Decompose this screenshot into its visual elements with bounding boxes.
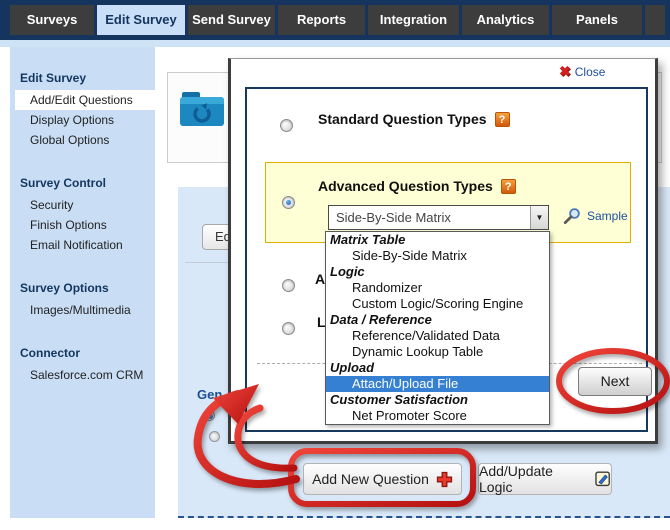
dropdown-group-header: Customer Satisfaction	[326, 392, 549, 408]
dropdown-option[interactable]: Randomizer	[326, 280, 549, 296]
logic-icon[interactable]	[595, 471, 611, 487]
tab-analytics[interactable]: Analytics	[462, 5, 549, 35]
general-radio-2[interactable]	[209, 431, 220, 442]
sidebar-item-add-edit-questions[interactable]: Add/Edit Questions	[15, 90, 155, 110]
advanced-types-text: Advanced Question Types	[318, 178, 493, 194]
dropdown-option[interactable]: Reference/Validated Data	[326, 328, 549, 344]
sidebar-section-edit-survey: Edit Survey	[20, 71, 155, 85]
standard-types-label[interactable]: Standard Question Types ?	[318, 111, 510, 127]
hidden-option-radio-1[interactable]	[282, 279, 295, 292]
dropdown-option[interactable]: Side-By-Side Matrix	[326, 248, 549, 264]
advanced-types-label[interactable]: Advanced Question Types ?	[318, 178, 516, 194]
tab-integration[interactable]: Integration	[368, 5, 459, 35]
sidebar-section-connector: Connector	[20, 346, 155, 360]
tab-partial[interactable]	[645, 5, 665, 35]
top-nav: Surveys Edit Survey Send Survey Reports …	[0, 0, 670, 40]
standard-help-icon[interactable]: ?	[495, 112, 510, 127]
tab-reports[interactable]: Reports	[278, 5, 365, 35]
dropdown-option[interactable]: Dynamic Lookup Table	[326, 344, 549, 360]
dropdown-group-header: Upload	[326, 360, 549, 376]
sidebar: Edit Survey Add/Edit Questions Display O…	[10, 47, 155, 518]
question-type-dropdown-list: Matrix Table Side-By-Side Matrix Logic R…	[325, 231, 550, 425]
sidebar-section-survey-control: Survey Control	[20, 176, 155, 190]
header-strip	[0, 40, 670, 47]
general-radio-selected[interactable]	[204, 410, 215, 421]
sidebar-item-display-options[interactable]: Display Options	[10, 110, 155, 130]
nav-tabs: Surveys Edit Survey Send Survey Reports …	[10, 5, 665, 35]
select-dropdown-arrow-icon[interactable]: ▼	[530, 206, 548, 229]
close-button[interactable]: ✖ Close	[559, 63, 605, 80]
sidebar-section-survey-options: Survey Options	[20, 281, 155, 295]
add-question-modal: ✖ Close Standard Question Types ? Advanc…	[228, 58, 658, 444]
add-plus-icon[interactable]	[436, 471, 453, 488]
tab-edit-survey[interactable]: Edit Survey	[97, 5, 185, 35]
advanced-help-icon[interactable]: ?	[501, 179, 516, 194]
add-update-logic-button[interactable]: Add/Update Logic	[478, 463, 612, 495]
sidebar-item-email-notification[interactable]: Email Notification	[10, 235, 155, 255]
sidebar-item-images-multimedia[interactable]: Images/Multimedia	[10, 300, 155, 320]
standard-types-radio[interactable]	[280, 119, 293, 132]
add-new-question-button[interactable]: Add New Question	[303, 463, 462, 495]
add-new-question-label: Add New Question	[312, 471, 429, 487]
dropdown-option-highlighted[interactable]: Attach/Upload File	[326, 376, 549, 392]
dropdown-group-header: Matrix Table	[326, 232, 549, 248]
standard-types-text: Standard Question Types	[318, 111, 487, 127]
advanced-type-select[interactable]: Side-By-Side Matrix ▼	[328, 205, 549, 230]
sidebar-item-security[interactable]: Security	[10, 195, 155, 215]
select-value: Side-By-Side Matrix	[329, 210, 530, 225]
sample-label: Sample	[587, 209, 628, 223]
add-update-logic-label: Add/Update Logic	[479, 463, 588, 495]
next-button[interactable]: Next	[578, 367, 652, 396]
tab-panels[interactable]: Panels	[552, 5, 642, 35]
tab-send-survey[interactable]: Send Survey	[188, 5, 275, 35]
dropdown-group-header: Logic	[326, 264, 549, 280]
folder-refresh-icon	[178, 86, 226, 134]
restore-folder-icon[interactable]	[178, 86, 226, 134]
sidebar-item-salesforce-crm[interactable]: Salesforce.com CRM	[10, 365, 155, 385]
sample-link[interactable]: Sample	[562, 207, 628, 225]
dropdown-group-header: Data / Reference	[326, 312, 549, 328]
dropdown-option[interactable]: Custom Logic/Scoring Engine	[326, 296, 549, 312]
sidebar-item-global-options[interactable]: Global Options	[10, 130, 155, 150]
sidebar-item-finish-options[interactable]: Finish Options	[10, 215, 155, 235]
tab-surveys[interactable]: Surveys	[10, 5, 94, 35]
general-heading-fragment: Gen	[197, 387, 222, 402]
advanced-types-radio[interactable]	[282, 196, 295, 209]
hidden-option-radio-2[interactable]	[282, 322, 295, 335]
close-label: Close	[575, 65, 606, 79]
page: Surveys Edit Survey Send Survey Reports …	[0, 0, 670, 530]
close-icon[interactable]: ✖	[559, 63, 571, 80]
sample-magnifier-icon[interactable]	[562, 207, 582, 225]
dropdown-option[interactable]: Net Promoter Score	[326, 408, 549, 424]
